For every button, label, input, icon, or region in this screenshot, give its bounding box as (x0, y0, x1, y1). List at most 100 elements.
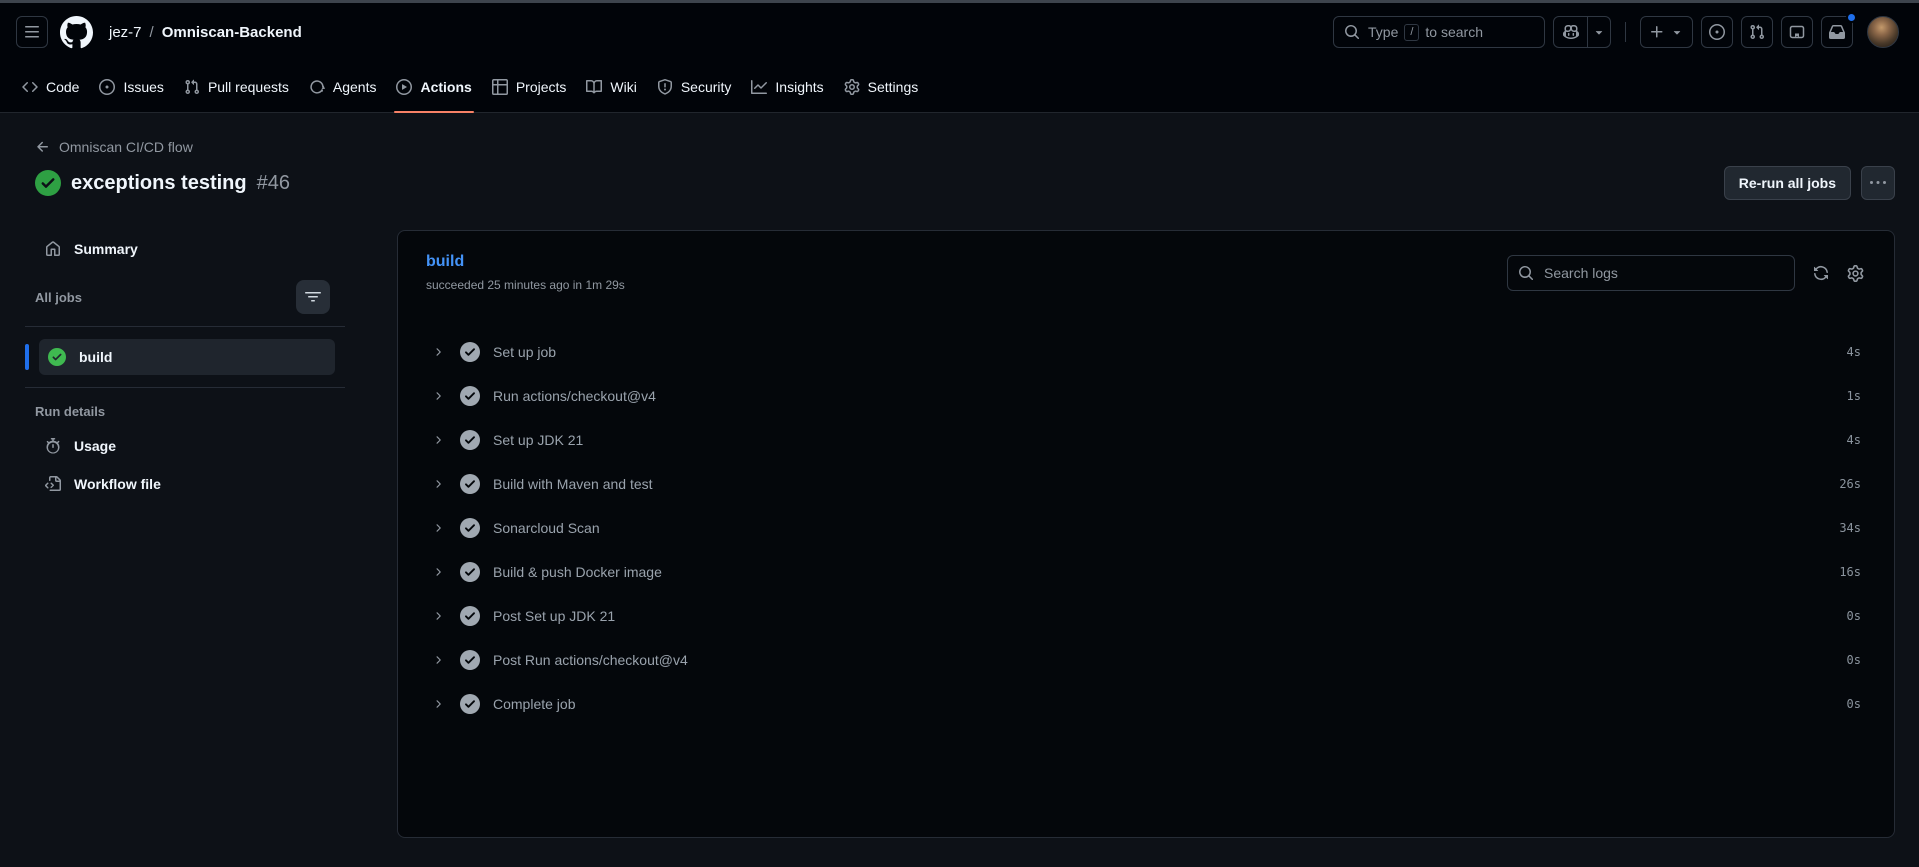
copilot-button[interactable] (1554, 17, 1588, 47)
step-row[interactable]: Build & push Docker image 16s (398, 550, 1894, 594)
kebab-icon (1870, 175, 1886, 191)
run-details-label: Run details (35, 404, 106, 419)
run-header: Omniscan CI/CD flow exceptions testing #… (0, 113, 1919, 200)
step-duration: 4s (1846, 433, 1861, 447)
rerun-all-jobs-button[interactable]: Re-run all jobs (1723, 166, 1851, 200)
tab-label: Actions (420, 78, 472, 95)
global-search-input[interactable]: Type / to search (1333, 16, 1545, 48)
gear-icon (1847, 265, 1864, 282)
step-success-check-icon (460, 606, 480, 626)
git-pull-request-icon (184, 79, 200, 95)
three-bars-icon (24, 24, 40, 40)
step-row[interactable]: Set up JDK 21 4s (398, 418, 1894, 462)
job-log-panel: build succeeded 25 minutes ago in 1m 29s (397, 230, 1895, 838)
sidebar-item-workflow-file[interactable]: Workflow file (25, 465, 345, 503)
tab-projects[interactable]: Projects (482, 61, 577, 112)
home-icon (45, 241, 61, 257)
job-status-line: succeeded 25 minutes ago in 1m 29s (426, 278, 625, 292)
tab-security[interactable]: Security (647, 61, 742, 112)
filter-jobs-button[interactable] (296, 280, 330, 314)
step-success-check-icon (460, 518, 480, 538)
tab-label: Insights (775, 78, 824, 95)
chevron-right-icon (432, 566, 444, 578)
git-pull-request-icon (1749, 24, 1765, 40)
log-settings-button[interactable] (1847, 265, 1864, 282)
step-duration: 0s (1846, 653, 1861, 667)
saved-panel-button[interactable] (1781, 16, 1813, 48)
run-options-kebab-button[interactable] (1861, 166, 1895, 200)
sidebar-job-build[interactable]: build (25, 339, 335, 375)
tab-wiki[interactable]: Wiki (576, 61, 646, 112)
step-name: Run actions/checkout@v4 (493, 388, 656, 404)
table-icon (492, 79, 508, 95)
step-duration: 0s (1846, 609, 1861, 623)
back-to-workflow-link[interactable]: Omniscan CI/CD flow (35, 139, 193, 155)
sidebar-divider (25, 326, 345, 327)
code-icon (22, 79, 38, 95)
usage-label: Usage (74, 438, 117, 454)
step-success-check-icon (460, 342, 480, 362)
tab-pull-requests[interactable]: Pull requests (174, 61, 299, 112)
step-name: Set up job (493, 344, 557, 360)
search-logs-box (1507, 255, 1795, 291)
github-logo[interactable] (60, 16, 93, 49)
breadcrumb-repo-link[interactable]: Omniscan-Backend (162, 24, 302, 41)
hamburger-menu-button[interactable] (16, 16, 48, 48)
tab-settings[interactable]: Settings (834, 61, 929, 112)
unread-notification-dot (1846, 12, 1857, 23)
tab-label: Settings (867, 78, 919, 95)
user-avatar[interactable] (1867, 16, 1899, 48)
step-row[interactable]: Post Set up JDK 21 0s (398, 594, 1894, 638)
search-logs-input[interactable] (1542, 264, 1784, 282)
pull-requests-header-button[interactable] (1741, 16, 1773, 48)
step-row[interactable]: Complete job 0s (398, 682, 1894, 726)
book-icon (586, 79, 602, 95)
job-panel-title-group: build succeeded 25 minutes ago in 1m 29s (426, 253, 625, 292)
issues-header-button[interactable] (1701, 16, 1733, 48)
tab-insights[interactable]: Insights (741, 61, 833, 112)
github-mark-icon (60, 16, 93, 49)
run-number: #46 (256, 171, 290, 194)
tab-actions[interactable]: Actions (386, 61, 481, 113)
header-divider (1625, 22, 1626, 42)
step-row[interactable]: Sonarcloud Scan 34s (398, 506, 1894, 550)
shield-icon (657, 79, 673, 95)
step-row[interactable]: Post Run actions/checkout@v4 0s (398, 638, 1894, 682)
github-header: jez-7 / Omniscan-Backend Type / to searc… (0, 3, 1919, 113)
tab-issues[interactable]: Issues (89, 61, 173, 112)
run-title-row: exceptions testing #46 Re-run all jobs (35, 166, 1895, 200)
step-row[interactable]: Build with Maven and test 26s (398, 462, 1894, 506)
tab-code[interactable]: Code (12, 61, 89, 112)
chevron-right-icon (432, 478, 444, 490)
agents-icon (309, 79, 325, 95)
issue-opened-icon (1709, 24, 1725, 40)
inbox-icon (1829, 24, 1845, 40)
step-success-check-icon (460, 474, 480, 494)
copilot-dropdown-button[interactable] (1588, 17, 1610, 47)
create-new-button[interactable] (1640, 16, 1693, 48)
step-duration: 0s (1846, 697, 1861, 711)
step-duration: 16s (1839, 565, 1861, 579)
summary-label: Summary (74, 241, 138, 257)
job-steps-list: Set up job 4s Run actions/checkout@v4 1s… (398, 306, 1894, 726)
refresh-logs-button[interactable] (1813, 265, 1829, 281)
step-name: Build & push Docker image (493, 564, 662, 580)
step-success-check-icon (460, 694, 480, 714)
tab-label: Wiki (610, 78, 637, 95)
job-panel-header: build succeeded 25 minutes ago in 1m 29s (398, 231, 1894, 306)
page-main: Omniscan CI/CD flow exceptions testing #… (0, 113, 1919, 838)
step-success-check-icon (460, 650, 480, 670)
breadcrumb-owner-link[interactable]: jez-7 (109, 24, 142, 41)
step-row[interactable]: Run actions/checkout@v4 1s (398, 374, 1894, 418)
sidebar-item-summary[interactable]: Summary (25, 230, 345, 268)
breadcrumb-separator: / (149, 23, 154, 41)
issue-opened-icon (99, 79, 115, 95)
chevron-right-icon (432, 698, 444, 710)
job-title-link[interactable]: build (426, 253, 625, 271)
chevron-right-icon (432, 610, 444, 622)
step-row[interactable]: Set up job 4s (398, 330, 1894, 374)
tab-label: Code (46, 78, 80, 95)
sidebar-item-usage[interactable]: Usage (25, 427, 345, 465)
tab-agents[interactable]: Agents (299, 61, 387, 112)
search-placeholder-suffix: to search (1425, 24, 1484, 40)
